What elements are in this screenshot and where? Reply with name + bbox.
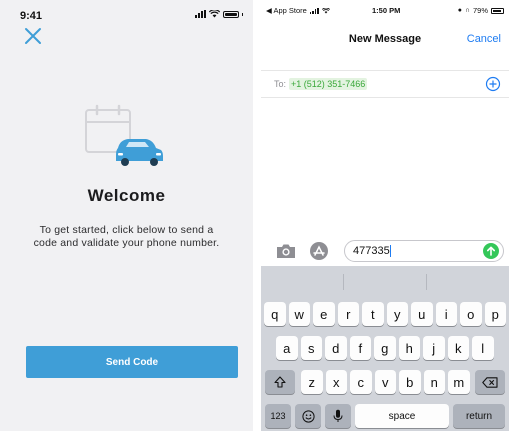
screen-divider xyxy=(253,0,261,431)
microphone-icon xyxy=(333,409,343,422)
welcome-title: Welcome xyxy=(87,186,166,205)
key-w[interactable]: w xyxy=(288,302,310,326)
wifi-icon xyxy=(321,7,330,14)
key-t[interactable]: t xyxy=(362,302,384,326)
emoji-icon xyxy=(301,409,315,423)
compose-bar xyxy=(261,236,509,266)
key-y[interactable]: y xyxy=(386,302,408,326)
messages-compose-screen: ◀ App Store 1:50 PM ● ∩ 79% New Message … xyxy=(261,0,509,431)
key-d[interactable]: d xyxy=(325,336,347,360)
key-l[interactable]: l xyxy=(472,336,494,360)
key-c[interactable]: c xyxy=(350,370,372,394)
app-store-icon[interactable] xyxy=(309,241,329,261)
key-i[interactable]: i xyxy=(435,302,457,326)
key-o[interactable]: o xyxy=(460,302,482,326)
cancel-button[interactable]: Cancel xyxy=(467,33,501,45)
status-right-icons: ● ∩ 79% xyxy=(458,6,504,15)
key-h[interactable]: h xyxy=(398,336,420,360)
key-e[interactable]: e xyxy=(313,302,335,326)
message-input[interactable] xyxy=(344,240,504,262)
cellular-signal-icon xyxy=(195,10,206,18)
send-arrow-icon[interactable] xyxy=(483,243,499,259)
backspace-icon xyxy=(482,376,498,388)
key-b[interactable]: b xyxy=(399,370,421,394)
emoji-key[interactable] xyxy=(295,404,321,428)
cellular-signal-icon xyxy=(309,7,319,14)
key-v[interactable]: v xyxy=(374,370,396,394)
key-r[interactable]: r xyxy=(337,302,359,326)
status-time: 1:50 PM xyxy=(372,6,401,15)
suggestion-bar xyxy=(261,266,509,298)
close-icon[interactable] xyxy=(24,27,42,45)
key-j[interactable]: j xyxy=(423,336,445,360)
add-contact-icon[interactable] xyxy=(485,76,501,92)
key-q[interactable]: q xyxy=(264,302,286,326)
key-m[interactable]: m xyxy=(448,370,470,394)
calendar-car-illustration xyxy=(85,104,163,166)
to-label: To: xyxy=(274,79,287,89)
key-s[interactable]: s xyxy=(300,336,322,360)
shift-key[interactable] xyxy=(265,370,295,394)
key-z[interactable]: z xyxy=(301,370,323,394)
back-to-app-link[interactable]: ◀ App Store xyxy=(266,6,330,15)
battery-percent: 79% xyxy=(472,6,488,15)
numbers-key[interactable]: 123 xyxy=(265,404,291,428)
battery-icon xyxy=(223,10,239,18)
headphones-icon: ∩ xyxy=(464,7,470,14)
recipient-field[interactable]: To: +1 (512) 351-7466 xyxy=(261,70,509,98)
camera-icon[interactable] xyxy=(275,242,297,260)
keyboard: qwertyuiop asdfghjkl zxcvbnm 123 space r… xyxy=(261,266,509,431)
send-code-button[interactable]: Send Code xyxy=(26,346,238,378)
key-n[interactable]: n xyxy=(423,370,445,394)
shift-icon xyxy=(274,376,286,388)
dictation-key[interactable] xyxy=(325,404,351,428)
battery-icon xyxy=(491,7,504,14)
key-g[interactable]: g xyxy=(374,336,396,360)
welcome-description: To get started, click below to send a co… xyxy=(33,224,220,249)
return-key[interactable]: return xyxy=(453,404,505,428)
space-key[interactable]: space xyxy=(355,404,449,428)
recipient-chip[interactable]: +1 (512) 351-7466 xyxy=(289,78,368,90)
key-x[interactable]: x xyxy=(325,370,347,394)
wifi-icon xyxy=(209,10,220,18)
backspace-key[interactable] xyxy=(475,370,505,394)
verification-welcome-screen: 9:41 Welcome To get started, click below… xyxy=(0,0,253,431)
key-p[interactable]: p xyxy=(484,302,506,326)
back-app-label: ◀ App Store xyxy=(266,6,307,15)
key-k[interactable]: k xyxy=(447,336,469,360)
status-icons xyxy=(195,10,243,18)
key-a[interactable]: a xyxy=(276,336,298,360)
key-f[interactable]: f xyxy=(349,336,371,360)
status-time: 9:41 xyxy=(20,10,43,22)
text-caret xyxy=(390,245,391,257)
key-u[interactable]: u xyxy=(411,302,433,326)
lock-rotation-icon: ● xyxy=(457,7,462,14)
